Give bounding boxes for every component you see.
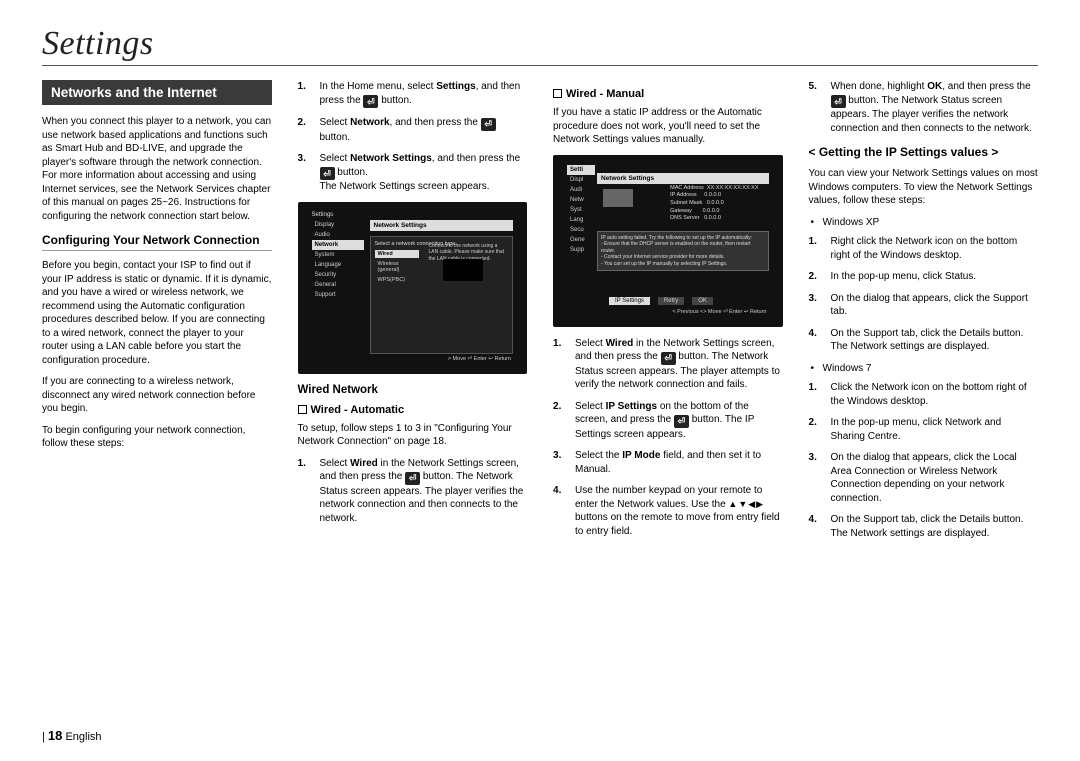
page-title: Settings xyxy=(42,25,1038,66)
step-3: Select Network Settings, and then press … xyxy=(298,152,528,194)
manual-step-3: Select the IP Mode field, and then set i… xyxy=(553,449,783,476)
page-language: English xyxy=(65,731,101,743)
page-number: 18 xyxy=(48,728,62,743)
home-steps-list: In the Home menu, select Settings, and t… xyxy=(298,80,528,194)
column-2: In the Home menu, select Settings, and t… xyxy=(298,80,528,548)
auto-step-1: Select Wired in the Network Settings scr… xyxy=(298,457,528,526)
wired-network-head: Wired Network xyxy=(298,384,528,396)
bullet-w7: Windows 7 xyxy=(809,362,1039,376)
page-footer: | 18 English xyxy=(42,728,102,743)
enter-icon: ⏎ xyxy=(363,95,378,108)
config-p2: If you are connecting to a wireless netw… xyxy=(42,375,272,416)
step-1: In the Home menu, select Settings, and t… xyxy=(298,80,528,108)
w7-step-4: On the Support tab, click the Details bu… xyxy=(809,513,1039,540)
config-p3: To begin configuring your network connec… xyxy=(42,424,272,451)
manual-step-5: When done, highlight OK, and then press … xyxy=(809,80,1039,135)
screenshot-main: Select a network connection type. Wired … xyxy=(370,236,514,354)
xp-step-4: On the Support tab, click the Details bu… xyxy=(809,327,1039,354)
enter-icon: ⏎ xyxy=(661,352,676,365)
w7-steps: Click the Network icon on the bottom rig… xyxy=(809,381,1039,540)
getting-ip-head: < Getting the IP Settings values > xyxy=(809,145,1039,159)
xp-steps: Right click the Network icon on the bott… xyxy=(809,235,1039,354)
subhead-configuring: Configuring Your Network Connection xyxy=(42,233,272,251)
screenshot-info: MAC Address XX:XX:XX:XX:XX:XX IP Address… xyxy=(670,185,758,223)
manual-step-1: Select Wired in the Network Settings scr… xyxy=(553,337,783,392)
xp-step-1: Right click the Network icon on the bott… xyxy=(809,235,1039,262)
enter-icon: ⏎ xyxy=(674,415,689,428)
arrow-icons: ▲▼◀▶ xyxy=(728,499,764,509)
wired-auto-head: Wired - Automatic xyxy=(298,404,528,416)
content-columns: Networks and the Internet When you conne… xyxy=(42,80,1038,548)
bullet-xp: Windows XP xyxy=(809,216,1039,230)
screenshot-network-settings: Settings Network Settings Display Audio … xyxy=(298,202,528,374)
enter-icon: ⏎ xyxy=(320,167,335,180)
xp-step-2: In the pop-up menu, click Status. xyxy=(809,270,1039,284)
auto-steps: Select Wired in the Network Settings scr… xyxy=(298,457,528,526)
xp-step-3: On the dialog that appears, click the Su… xyxy=(809,292,1039,319)
screenshot-network-status: Setti Displ Audi Netw Syst Lang Secu Gen… xyxy=(553,155,783,327)
manual-steps-cont: When done, highlight OK, and then press … xyxy=(809,80,1039,135)
column-3: Wired - Manual If you have a static IP a… xyxy=(553,80,783,548)
section-banner: Networks and the Internet xyxy=(42,80,272,105)
config-p1: Before you begin, contact your ISP to fi… xyxy=(42,259,272,367)
step-2: Select Network, and then press the ⏎ but… xyxy=(298,116,528,144)
w7-step-1: Click the Network icon on the bottom rig… xyxy=(809,381,1039,408)
manual-step-4: Use the number keypad on your remote to … xyxy=(553,484,783,538)
column-1: Networks and the Internet When you conne… xyxy=(42,80,272,548)
intro-text: When you connect this player to a networ… xyxy=(42,115,272,223)
wired-manual-head: Wired - Manual xyxy=(553,88,783,100)
enter-icon: ⏎ xyxy=(831,95,846,108)
manual-steps: Select Wired in the Network Settings scr… xyxy=(553,337,783,539)
screenshot-sidebar: Display Audio Network System Language Se… xyxy=(312,220,364,354)
column-4: When done, highlight OK, and then press … xyxy=(809,80,1039,548)
manual-step-2: Select IP Settings on the bottom of the … xyxy=(553,400,783,442)
manual-desc: If you have a static IP address or the A… xyxy=(553,106,783,147)
enter-icon: ⏎ xyxy=(405,472,420,485)
enter-icon: ⏎ xyxy=(481,118,496,131)
getting-ip-desc: You can view your Network Settings value… xyxy=(809,167,1039,208)
w7-step-3: On the dialog that appears, click the Lo… xyxy=(809,451,1039,505)
w7-step-2: In the pop-up menu, click Network and Sh… xyxy=(809,416,1039,443)
auto-desc: To setup, follow steps 1 to 3 in "Config… xyxy=(298,422,528,449)
